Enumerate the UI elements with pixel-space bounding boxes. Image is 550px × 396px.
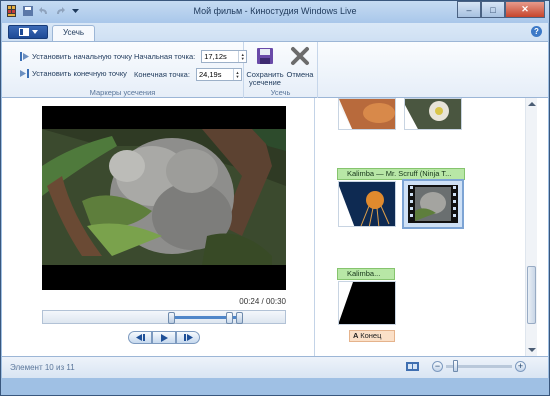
status-bar: Элемент 10 из 11 − + — [2, 356, 548, 378]
start-point-label: Начальная точка: — [134, 52, 196, 61]
play-icon — [160, 333, 168, 342]
playhead-handle[interactable] — [226, 312, 233, 324]
video-preview[interactable] — [42, 106, 286, 290]
jellyfish-thumbnail — [339, 182, 395, 226]
window-controls: – □ ✕ — [457, 1, 545, 18]
cancel-trim-button[interactable]: Отмена — [281, 45, 319, 79]
trim-group-label: Усечь — [270, 88, 291, 97]
play-button[interactable] — [152, 331, 176, 344]
help-button[interactable]: ? — [531, 26, 542, 37]
end-title-caption[interactable]: A Конец — [349, 330, 395, 342]
start-point-row: Начальная точка: 17,12s ▲ ▼ — [134, 50, 248, 63]
seek-trackbar[interactable] — [42, 310, 286, 324]
set-start-point-button[interactable]: Установить начальную точку — [20, 52, 132, 61]
audio-track-caption-2[interactable]: Kalimba... — [337, 268, 395, 280]
spinner-arrows-icon[interactable]: ▲ ▼ — [232, 69, 241, 80]
close-button[interactable]: ✕ — [505, 1, 545, 18]
save-trim-button[interactable]: Сохранить усечение — [246, 45, 284, 87]
zoom-in-button[interactable]: + — [515, 361, 526, 372]
selected-storyboard-clip[interactable] — [402, 179, 464, 229]
set-start-label: Установить начальную точку — [32, 52, 132, 61]
black-clip-thumbnail — [339, 282, 395, 324]
end-caption-label: Конец — [360, 331, 382, 340]
title-bar: Мой фильм - Киностудия Windows Live – □ … — [1, 1, 549, 23]
chevron-down-icon — [31, 30, 38, 34]
storyboard-clip[interactable] — [338, 98, 396, 130]
playback-controls — [128, 331, 200, 344]
end-point-row: Конечная точка: 24,19s ▲ ▼ — [134, 68, 242, 81]
zoom-slider[interactable] — [446, 360, 512, 372]
storyboard-pane: Kalimba — Mr. Scruff (Ninja T... Kalimba… — [316, 98, 548, 356]
minimize-button[interactable]: – — [457, 1, 481, 18]
koala-film-thumbnail — [404, 181, 462, 227]
cancel-trim-label: Отмена — [286, 70, 314, 79]
trim-group: Сохранить усечение Отмена Усечь — [244, 42, 318, 98]
time-readout: 00:24 / 00:30 — [239, 297, 286, 306]
next-frame-button[interactable] — [176, 331, 200, 344]
storyboard-scrollbar[interactable] — [525, 98, 537, 356]
ribbon-tab-row: Усечь ? — [2, 23, 548, 41]
end-trim-handle[interactable] — [236, 312, 243, 324]
ribbon: Установить начальную точку Установить ко… — [2, 41, 548, 98]
end-point-spinner[interactable]: 24,19s ▲ ▼ — [195, 68, 242, 81]
storyboard-clip[interactable] — [338, 281, 396, 325]
start-trim-handle[interactable] — [168, 312, 175, 324]
thumbnail-size-icon[interactable] — [406, 361, 419, 372]
item-count: Элемент 10 из 11 — [10, 363, 75, 372]
start-point-spinner[interactable]: 17,12s ▲ ▼ — [201, 50, 248, 63]
set-end-point-button[interactable]: Установить конечную точку — [20, 69, 127, 78]
scroll-up-icon[interactable] — [527, 100, 537, 107]
tab-trim[interactable]: Усечь — [52, 25, 96, 41]
previous-frame-button[interactable] — [128, 331, 152, 344]
app-menu-button[interactable] — [8, 25, 48, 39]
set-end-label: Установить конечную точку — [32, 69, 127, 78]
flower-thumbnail — [405, 99, 461, 129]
set-start-icon — [20, 52, 29, 61]
trim-markers-group-label: Маркеры усечения — [89, 88, 156, 97]
app-window: Мой фильм - Киностудия Windows Live – □ … — [0, 0, 550, 396]
zoom-out-button[interactable]: − — [432, 361, 443, 372]
trim-markers-group: Установить начальную точку Установить ко… — [2, 42, 248, 98]
scrollbar-thumb[interactable] — [527, 266, 536, 324]
set-end-icon — [20, 69, 29, 78]
cancel-icon — [291, 47, 309, 65]
storyboard-clip[interactable] — [338, 181, 396, 227]
editor-area: 00:24 / 00:30 Kalimba — Mr. Scruff (Ninj… — [2, 98, 548, 356]
zoom-controls: − + — [406, 360, 526, 372]
koala-video-frame — [42, 106, 286, 290]
previous-frame-icon — [135, 334, 145, 341]
scroll-down-icon[interactable] — [527, 347, 537, 354]
end-point-label: Конечная точка: — [134, 70, 190, 79]
app-menu-icon — [18, 28, 29, 36]
maximize-button[interactable]: □ — [481, 1, 505, 18]
save-icon — [257, 48, 273, 64]
end-point-value: 24,19s — [198, 70, 222, 79]
save-trim-label: Сохранить усечение — [246, 70, 284, 87]
next-frame-icon — [183, 334, 193, 341]
preview-pane: 00:24 / 00:30 — [2, 98, 315, 356]
storyboard-clip[interactable] — [404, 98, 462, 130]
zoom-slider-thumb[interactable] — [453, 360, 458, 372]
start-point-value: 17,12s — [204, 52, 227, 61]
desert-thumbnail — [339, 99, 395, 129]
